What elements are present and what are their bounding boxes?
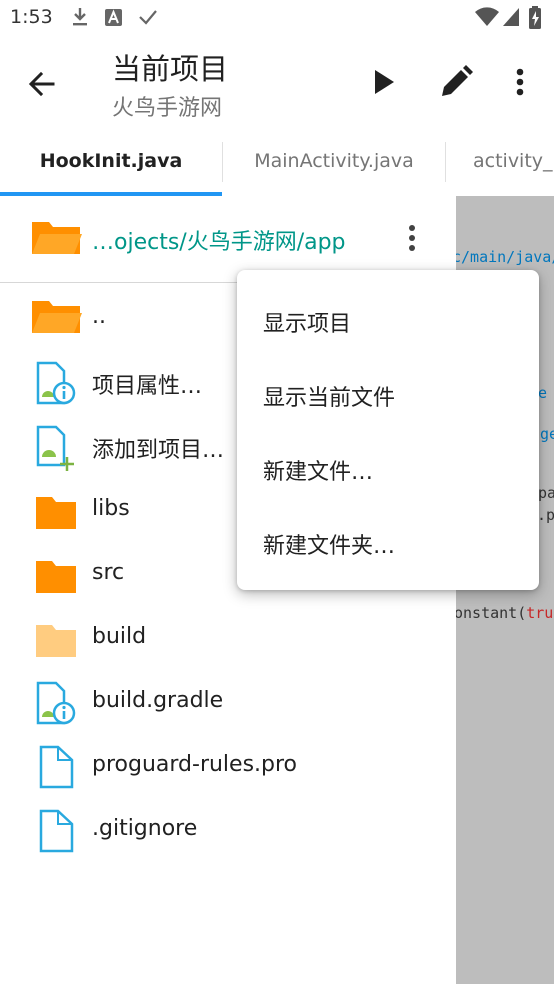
status-time: 1:53 <box>10 6 53 28</box>
list-item-label: .gitignore <box>92 816 198 841</box>
list-item-gitignore[interactable]: .gitignore <box>0 799 456 863</box>
menu-item-new-file[interactable]: 新建文件… <box>263 454 373 486</box>
battery-icon <box>528 6 542 34</box>
run-play-icon[interactable] <box>362 60 406 104</box>
back-arrow-icon[interactable] <box>20 62 64 106</box>
code-fragment: pa <box>538 484 554 502</box>
file-icon <box>30 743 82 791</box>
project-info-icon <box>30 359 82 407</box>
list-item-label: libs <box>92 496 130 521</box>
page-title: 当前项目 <box>112 52 229 86</box>
code-fragment: ge <box>540 425 554 443</box>
folder-light-icon <box>30 615 82 663</box>
edit-pencil-icon[interactable] <box>434 60 478 104</box>
code-fragment: e <box>538 384 548 402</box>
check-icon <box>137 6 159 32</box>
wifi-icon <box>474 6 500 32</box>
list-item-build[interactable]: build <box>0 607 456 671</box>
folder-open-icon <box>30 216 82 264</box>
menu-item-show-current-file[interactable]: 显示当前文件 <box>263 380 395 412</box>
file-tabs: HookInit.java MainActivity.java activity… <box>0 130 554 196</box>
folder-open-icon <box>30 295 82 343</box>
list-item-label: src <box>92 560 125 585</box>
file-icon <box>30 807 82 855</box>
menu-item-new-folder[interactable]: 新建文件夹… <box>263 528 395 560</box>
folder-icon <box>30 487 82 535</box>
download-icon <box>70 6 90 32</box>
status-bar: 1:53 <box>0 0 554 38</box>
overflow-menu: 显示项目 显示当前文件 新建文件… 新建文件夹… <box>237 270 539 590</box>
path-more-options-icon[interactable] <box>398 221 426 255</box>
folder-icon <box>30 551 82 599</box>
current-path: …ojects/火鸟手游网/app <box>92 230 346 255</box>
tab-mainactivity[interactable]: MainActivity.java <box>223 130 445 192</box>
page-subtitle: 火鸟手游网 <box>112 96 223 121</box>
list-item-label: build <box>92 624 147 649</box>
list-item-build-gradle[interactable]: build.gradle <box>0 671 456 735</box>
list-item-label: .. <box>92 304 106 329</box>
list-item-label: proguard-rules.pro <box>92 752 298 777</box>
code-fragment: onstant(tru <box>456 604 554 622</box>
list-item-label: 项目属性… <box>92 374 203 399</box>
list-item-proguard[interactable]: proguard-rules.pro <box>0 735 456 799</box>
add-to-project-icon <box>30 423 82 471</box>
app-bar: 当前项目 火鸟手游网 <box>0 38 554 130</box>
menu-item-show-project[interactable]: 显示项目 <box>263 306 351 338</box>
text-a-icon <box>104 6 124 32</box>
list-item-label: 添加到项目… <box>92 438 225 463</box>
more-options-icon[interactable] <box>498 60 542 104</box>
code-fragment: c/main/java/ <box>456 248 554 266</box>
list-item-label: build.gradle <box>92 688 224 713</box>
tab-hookinit[interactable]: HookInit.java <box>0 130 222 192</box>
signal-icon <box>501 6 521 32</box>
gradle-file-icon <box>30 679 82 727</box>
tab-activity[interactable]: activity_ <box>446 130 554 192</box>
